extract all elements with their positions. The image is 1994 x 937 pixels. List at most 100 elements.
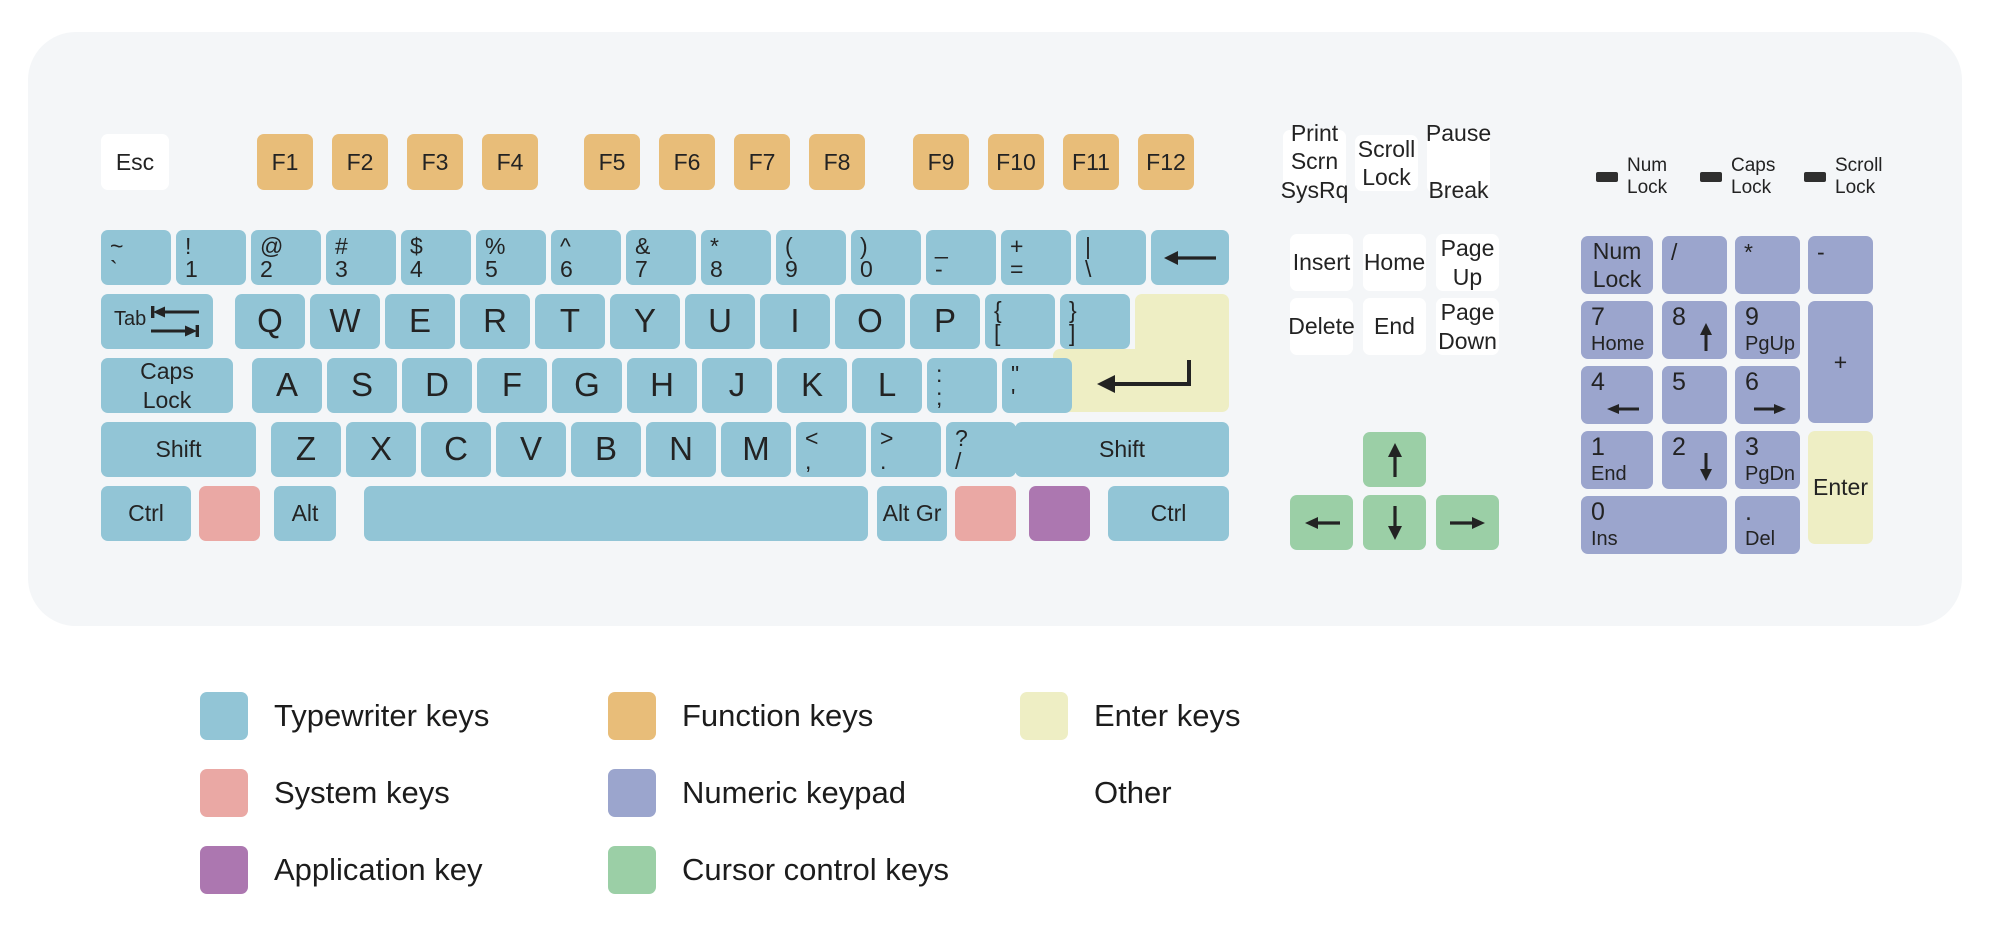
key-period[interactable]: > . bbox=[871, 422, 941, 477]
key-b[interactable]: B bbox=[571, 422, 641, 477]
key-c[interactable]: C bbox=[421, 422, 491, 477]
key-insert[interactable]: Insert bbox=[1290, 234, 1353, 291]
key-t[interactable]: T bbox=[535, 294, 605, 349]
key-k[interactable]: K bbox=[777, 358, 847, 413]
key-numpad-3[interactable]: 3 PgDn bbox=[1735, 431, 1800, 489]
key-page-down[interactable]: Page Down bbox=[1436, 298, 1499, 355]
key-home[interactable]: Home bbox=[1363, 234, 1426, 291]
key-5[interactable]: % 5 bbox=[476, 230, 546, 285]
key-l[interactable]: L bbox=[852, 358, 922, 413]
key-e[interactable]: E bbox=[385, 294, 455, 349]
key-backspace[interactable] bbox=[1151, 230, 1229, 285]
key-f10[interactable]: F10 bbox=[988, 134, 1044, 190]
key-j[interactable]: J bbox=[702, 358, 772, 413]
key-f4[interactable]: F4 bbox=[482, 134, 538, 190]
key-numpad-add[interactable]: + bbox=[1808, 301, 1873, 423]
key-page-up[interactable]: Page Up bbox=[1436, 234, 1499, 291]
key-f11[interactable]: F11 bbox=[1063, 134, 1119, 190]
key-6[interactable]: ^ 6 bbox=[551, 230, 621, 285]
key-f[interactable]: F bbox=[477, 358, 547, 413]
key-p[interactable]: P bbox=[910, 294, 980, 349]
key-scroll-lock[interactable]: Scroll Lock bbox=[1355, 135, 1418, 191]
key-y[interactable]: Y bbox=[610, 294, 680, 349]
key-numpad-5[interactable]: 5 bbox=[1662, 366, 1727, 424]
key-8[interactable]: * 8 bbox=[701, 230, 771, 285]
key-caps-lock[interactable]: Caps Lock bbox=[101, 358, 233, 413]
key-ctrl-left[interactable]: Ctrl bbox=[101, 486, 191, 541]
key-numpad-9[interactable]: 9 PgUp bbox=[1735, 301, 1800, 359]
key-f2[interactable]: F2 bbox=[332, 134, 388, 190]
key-n[interactable]: N bbox=[646, 422, 716, 477]
key-arrow-up[interactable] bbox=[1363, 432, 1426, 487]
key-esc[interactable]: Esc bbox=[101, 134, 169, 190]
key-i[interactable]: I bbox=[760, 294, 830, 349]
key-bracket-left[interactable]: { [ bbox=[985, 294, 1055, 349]
key-z[interactable]: Z bbox=[271, 422, 341, 477]
key-w[interactable]: W bbox=[310, 294, 380, 349]
key-application[interactable] bbox=[1029, 486, 1090, 541]
key-space[interactable] bbox=[364, 486, 868, 541]
key-backslash[interactable]: | \ bbox=[1076, 230, 1146, 285]
key-ctrl-right[interactable]: Ctrl bbox=[1108, 486, 1229, 541]
key-numpad-4[interactable]: 4 bbox=[1581, 366, 1653, 424]
key-f12[interactable]: F12 bbox=[1138, 134, 1194, 190]
key-u[interactable]: U bbox=[685, 294, 755, 349]
key-numpad-decimal[interactable]: . Del bbox=[1735, 496, 1800, 554]
key-o[interactable]: O bbox=[835, 294, 905, 349]
key-print-screen[interactable]: Print Scrn SysRq bbox=[1281, 120, 1349, 202]
key-9[interactable]: ( 9 bbox=[776, 230, 846, 285]
key-numpad-multiply[interactable]: * bbox=[1735, 236, 1800, 294]
key-f5[interactable]: F5 bbox=[584, 134, 640, 190]
key-num-lock[interactable]: Num Lock bbox=[1581, 236, 1653, 294]
key-arrow-right[interactable] bbox=[1436, 495, 1499, 550]
key-numpad-8[interactable]: 8 bbox=[1662, 301, 1727, 359]
key-numpad-6[interactable]: 6 bbox=[1735, 366, 1800, 424]
key-shift-left[interactable]: Shift bbox=[101, 422, 256, 477]
key-numpad-subtract[interactable]: - bbox=[1808, 236, 1873, 294]
key-win-right[interactable] bbox=[955, 486, 1016, 541]
key-semicolon[interactable]: : ; bbox=[927, 358, 997, 413]
key-v[interactable]: V bbox=[496, 422, 566, 477]
key-a[interactable]: A bbox=[252, 358, 322, 413]
key-numpad-1[interactable]: 1 End bbox=[1581, 431, 1653, 489]
key-bracket-right[interactable]: } ] bbox=[1060, 294, 1130, 349]
key-r[interactable]: R bbox=[460, 294, 530, 349]
key-comma[interactable]: < , bbox=[796, 422, 866, 477]
key-4[interactable]: $ 4 bbox=[401, 230, 471, 285]
key-tab[interactable]: Tab bbox=[101, 294, 213, 349]
key-numpad-7[interactable]: 7 Home bbox=[1581, 301, 1653, 359]
key-q[interactable]: Q bbox=[235, 294, 305, 349]
key-arrow-left[interactable] bbox=[1290, 495, 1353, 550]
key-slash[interactable]: ? / bbox=[946, 422, 1016, 477]
key-alt-gr[interactable]: Alt Gr bbox=[877, 486, 947, 541]
key-f1[interactable]: F1 bbox=[257, 134, 313, 190]
key-3[interactable]: # 3 bbox=[326, 230, 396, 285]
key-f6[interactable]: F6 bbox=[659, 134, 715, 190]
key-g[interactable]: G bbox=[552, 358, 622, 413]
key-minus[interactable]: _ - bbox=[926, 230, 996, 285]
key-f7[interactable]: F7 bbox=[734, 134, 790, 190]
key-alt-left[interactable]: Alt bbox=[274, 486, 336, 541]
key-f9[interactable]: F9 bbox=[913, 134, 969, 190]
key-pause-break[interactable]: Pause Break bbox=[1426, 120, 1491, 202]
key-numpad-2[interactable]: 2 bbox=[1662, 431, 1727, 489]
key-h[interactable]: H bbox=[627, 358, 697, 413]
key-equals[interactable]: + = bbox=[1001, 230, 1071, 285]
key-arrow-down[interactable] bbox=[1363, 495, 1426, 550]
key-shift-right[interactable]: Shift bbox=[1015, 422, 1229, 477]
key-m[interactable]: M bbox=[721, 422, 791, 477]
key-s[interactable]: S bbox=[327, 358, 397, 413]
key-1[interactable]: ! 1 bbox=[176, 230, 246, 285]
key-end[interactable]: End bbox=[1363, 298, 1426, 355]
key-quote[interactable]: " ' bbox=[1002, 358, 1072, 413]
key-numpad-enter[interactable]: Enter bbox=[1808, 431, 1873, 544]
key-x[interactable]: X bbox=[346, 422, 416, 477]
key-7[interactable]: & 7 bbox=[626, 230, 696, 285]
key-f8[interactable]: F8 bbox=[809, 134, 865, 190]
key-backtick[interactable]: ~ ` bbox=[101, 230, 171, 285]
key-0[interactable]: ) 0 bbox=[851, 230, 921, 285]
key-2[interactable]: @ 2 bbox=[251, 230, 321, 285]
key-win-left[interactable] bbox=[199, 486, 260, 541]
key-f3[interactable]: F3 bbox=[407, 134, 463, 190]
key-d[interactable]: D bbox=[402, 358, 472, 413]
